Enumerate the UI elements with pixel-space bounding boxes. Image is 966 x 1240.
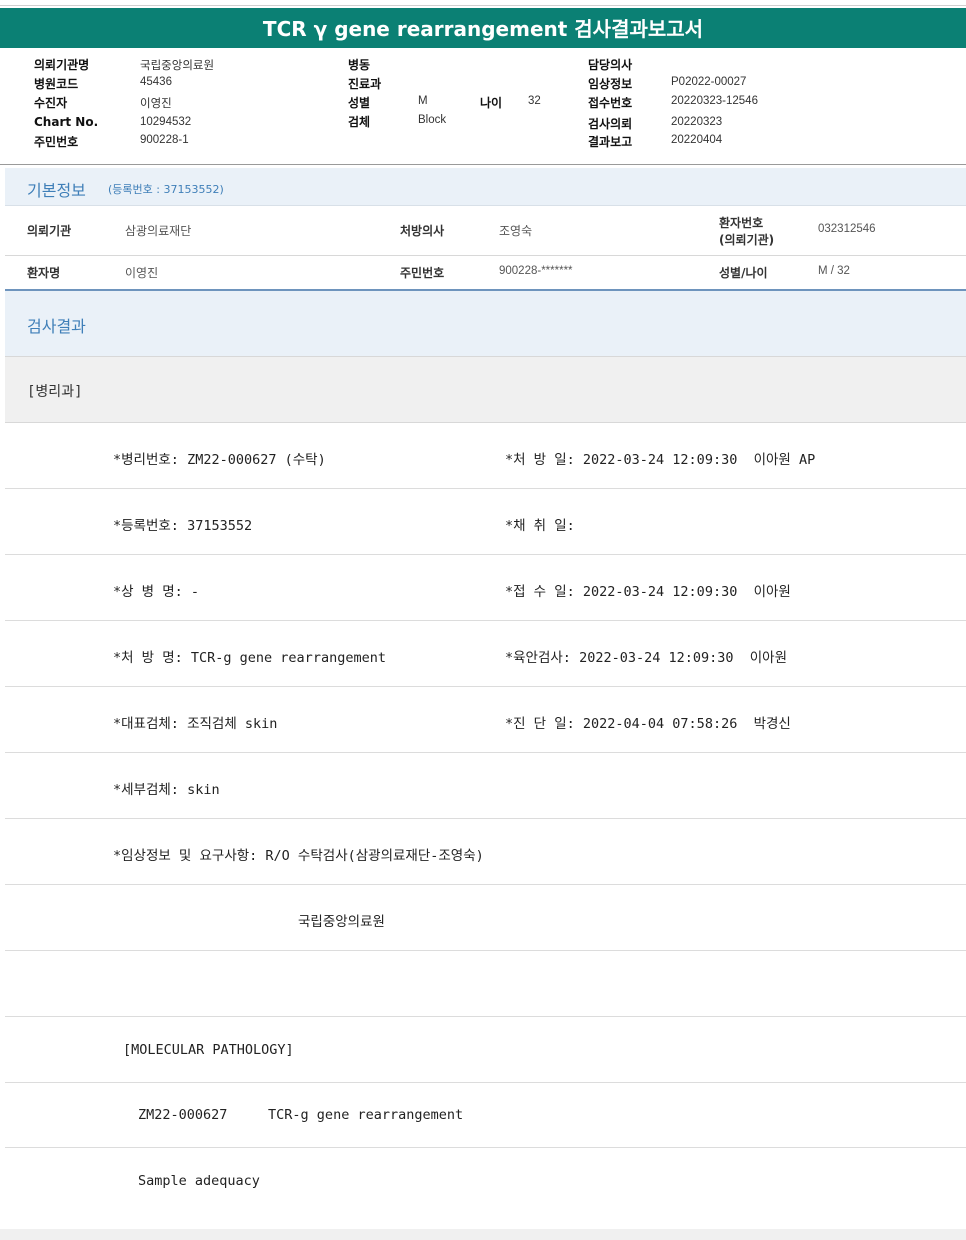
header-value: 이영진 [140,98,172,110]
result-line: *임상정보 및 요구사항: R/O 수탁검사(삼광의료재단-조영숙) [5,819,966,885]
header-label: 접수번호 [588,96,633,110]
result-left-text: *세부검체: skin [113,782,220,798]
result-line-blank [5,951,966,1017]
header-label: 의뢰기관명 [34,58,90,72]
registration-number: (등록번호 : 37153552) [108,183,224,196]
result-right-text: *채 취 일: [505,518,575,534]
result-line: *등록번호: 37153552 *채 취 일: [5,489,966,555]
header-label: 성별 [348,96,371,110]
report-header: 의뢰기관명 국립중앙의료원 병원코드 45436 수진자 이영진 Chart N… [0,48,966,165]
header-label: 담당의사 [588,58,633,72]
adequacy-line: Sample adequacy [138,1173,260,1189]
report-title: TCR γ gene rearrangement 검사결과보고서 [0,8,966,48]
header-label: 진료과 [348,77,382,91]
header-value: Block [418,114,447,126]
department-label: [병리과] [27,384,83,400]
doctor-label: 처방의사 [400,224,445,238]
top-border [0,0,966,6]
result-left-text: *처 방 명: TCR-g gene rearrangement [113,650,386,666]
header-label: 나이 [480,96,503,110]
header-value: 20220323-12546 [671,95,758,107]
header-label: 검체 [348,115,371,129]
results-title: 검사결과 [27,317,86,336]
molecular-header: [MOLECULAR PATHOLOGY] [123,1042,294,1058]
header-value: 45436 [140,76,172,88]
header-value: P02022-00027 [671,76,747,88]
molecular-line: ZM22-000627 TCR-g gene rearrangement [138,1107,464,1123]
result-right-text: *육안검사: 2022-03-24 12:09:30 이아원 [505,650,788,666]
result-line: Sample adequacy [5,1148,966,1214]
result-left-text: *상 병 명: - [113,584,200,600]
basic-info-title: 기본정보 [27,181,86,200]
header-value: 10294532 [140,116,192,128]
result-right-text: *진 단 일: 2022-04-04 07:58:26 박경신 [505,716,791,732]
header-value: 20220404 [671,134,723,146]
bottom-band [0,1229,966,1240]
rrn-label: 주민번호 [400,266,445,280]
patient-no-label: 환자번호 [719,216,764,230]
institution-label: 의뢰기관 [27,224,72,238]
patient-no-sublabel: (의뢰기관) [719,233,775,247]
result-line: *병리번호: ZM22-000627 (수탁) *처 방 일: 2022-03-… [5,423,966,489]
sex-age-label: 성별/나이 [719,266,768,280]
result-left-text: *임상정보 및 요구사항: R/O 수탁검사(삼광의료재단-조영숙) [113,848,484,864]
hospital-line: 국립중앙의료원 [298,914,385,930]
header-label: 검사의뢰 [588,117,633,131]
result-line: *세부검체: skin [5,753,966,819]
header-label: 임상정보 [588,77,633,91]
institution-value: 삼광의료재단 [125,224,192,238]
result-line: *대표검체: 조직검체 skin *진 단 일: 2022-04-04 07:5… [5,687,966,753]
header-label: 병원코드 [34,77,79,91]
result-right-text: *접 수 일: 2022-03-24 12:09:30 이아원 [505,584,791,600]
header-label: Chart No. [34,115,99,129]
doctor-value: 조영숙 [499,224,533,238]
patient-name-value: 이영진 [125,266,159,280]
header-value: M [418,95,428,107]
basic-info-row: 의뢰기관 삼광의료재단 처방의사 조영숙 환자번호 (의뢰기관) 0323125… [5,206,966,256]
header-value: 900228-1 [140,134,189,146]
result-left-text: *등록번호: 37153552 [113,518,253,534]
header-value: 20220323 [671,116,723,128]
header-label: 결과보고 [588,135,633,149]
result-line: [MOLECULAR PATHOLOGY] [5,1017,966,1083]
patient-name-label: 환자명 [27,266,61,280]
header-value: 32 [528,95,541,107]
sex-age-value: M / 32 [818,265,850,277]
basic-info-header: 기본정보 (등록번호 : 37153552) [5,168,966,206]
header-value: 국립중앙의료원 [140,60,215,72]
rrn-value: 900228-******* [499,265,573,277]
patient-no-value: 032312546 [818,223,876,235]
department-row: [병리과] [5,357,966,423]
result-line: *상 병 명: - *접 수 일: 2022-03-24 12:09:30 이아… [5,555,966,621]
result-right-text: *처 방 일: 2022-03-24 12:09:30 이아원 AP [505,452,816,468]
header-label: 수진자 [34,96,68,110]
results-header: 검사결과 [5,291,966,357]
result-line: *처 방 명: TCR-g gene rearrangement *육안검사: … [5,621,966,687]
result-line: 국립중앙의료원 [5,885,966,951]
header-label: 병동 [348,58,371,72]
result-left-text: *대표검체: 조직검체 skin [113,716,278,732]
result-line: ZM22-000627 TCR-g gene rearrangement [5,1082,966,1148]
result-left-text: *병리번호: ZM22-000627 (수탁) [113,452,326,468]
header-label: 주민번호 [34,135,79,149]
basic-info-row: 환자명 이영진 주민번호 900228-******* 성별/나이 M / 32 [5,256,966,289]
